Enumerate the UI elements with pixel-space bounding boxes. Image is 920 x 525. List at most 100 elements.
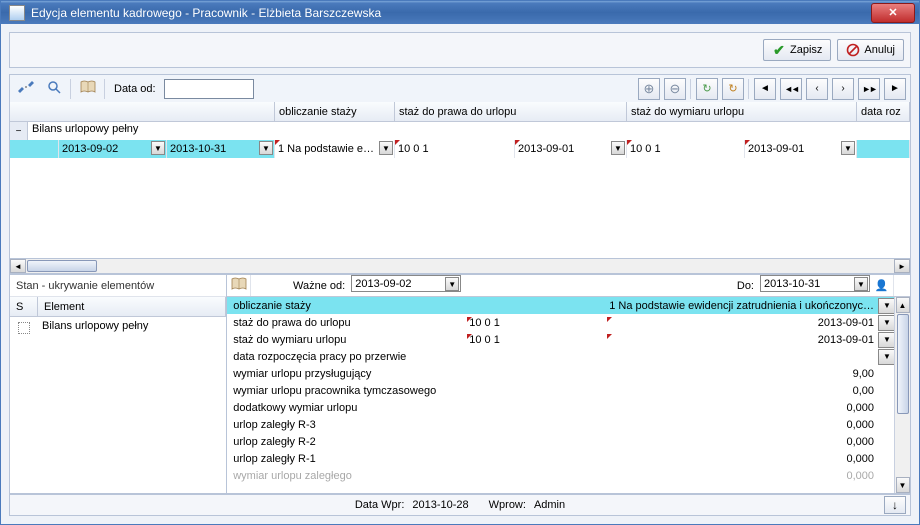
- data-row[interactable]: 2013-09-02 ▼ 2013-10-31 ▼ 1 Na podstawie…: [9, 140, 911, 158]
- wprow-label: Wprow:: [489, 499, 526, 511]
- cell-prawa2[interactable]: 2013-09-01 ▼: [515, 140, 627, 158]
- dropdown-icon[interactable]: ▼: [841, 141, 855, 155]
- property-value-1[interactable]: 10 0 1: [467, 317, 607, 329]
- scroll-up-icon[interactable]: ▲: [896, 297, 910, 313]
- property-row[interactable]: dodatkowy wymiar urlopu0,000▼: [227, 399, 910, 416]
- book-button[interactable]: [76, 78, 100, 100]
- dropdown-icon[interactable]: ▼: [611, 141, 625, 155]
- date-from-input[interactable]: [164, 79, 254, 99]
- property-row[interactable]: obliczanie staży1 Na podstawie ewidencji…: [227, 297, 910, 314]
- grid-header: obliczanie staży staż do prawa do urlopu…: [9, 102, 911, 122]
- data-wpr-value: 2013-10-28: [412, 499, 468, 511]
- col-prawa[interactable]: staż do prawa do urlopu: [395, 102, 627, 122]
- dropdown-icon[interactable]: ▼: [259, 141, 273, 155]
- property-value-2[interactable]: 0,000: [607, 453, 876, 465]
- person-button[interactable]: 👤: [870, 275, 894, 296]
- magnifier-icon: [47, 80, 61, 97]
- property-value-2[interactable]: 0,000: [607, 402, 876, 414]
- checkbox-icon[interactable]: [10, 317, 38, 339]
- separator: [104, 79, 106, 99]
- col-oblicz[interactable]: obliczanie staży: [275, 102, 395, 122]
- minus-icon: ⊖: [670, 81, 681, 97]
- refresh2-button[interactable]: ↻: [722, 78, 744, 100]
- search-button[interactable]: [42, 78, 66, 100]
- save-button[interactable]: ✔ Zapisz: [763, 39, 831, 61]
- property-value-1[interactable]: 10 0 1: [467, 334, 607, 346]
- close-button[interactable]: ✕: [871, 3, 915, 23]
- nav-fast-back[interactable]: ◄◄: [780, 78, 802, 100]
- property-value-2[interactable]: 2013-09-01: [607, 317, 876, 329]
- scroll-down-icon[interactable]: ▼: [896, 477, 910, 493]
- tools-button[interactable]: [14, 78, 38, 100]
- nav-first[interactable]: ◄: [754, 78, 776, 100]
- nav-fast-fwd[interactable]: ►►: [858, 78, 880, 100]
- arrow-down-icon: ↓: [892, 498, 898, 512]
- col-wymiar[interactable]: staż do wymiaru urlopu: [627, 102, 857, 122]
- group-label: Bilans urlopowy pełny: [28, 122, 910, 140]
- property-row[interactable]: data rozpoczęcia pracy po przerwie▼: [227, 348, 910, 365]
- collapse-icon[interactable]: −: [10, 122, 28, 140]
- scroll-left-icon[interactable]: ◄: [10, 259, 26, 273]
- property-value-2[interactable]: 9,00: [607, 368, 876, 380]
- col-s[interactable]: S: [10, 297, 38, 317]
- property-row[interactable]: staż do wymiaru urlopu10 0 12013-09-01▼: [227, 331, 910, 348]
- cancel-icon: [846, 43, 860, 57]
- property-value-2[interactable]: 2013-09-01: [607, 334, 876, 346]
- property-row[interactable]: urlop zaległy R-30,000▼: [227, 416, 910, 433]
- cancel-label: Anuluj: [864, 44, 895, 56]
- detail-list: obliczanie staży1 Na podstawie ewidencji…: [227, 297, 910, 493]
- dropdown-icon[interactable]: ▼: [379, 141, 393, 155]
- right-pane-header: Ważne od: 2013-09-02 ▼ Do: 2013-10-31 ▼ …: [227, 275, 910, 297]
- property-key: wymiar urlopu pracownika tymczasowego: [227, 385, 467, 397]
- grid-hscroll[interactable]: ◄ ►: [9, 258, 911, 274]
- cell-wymiar1[interactable]: 10 0 1: [627, 140, 745, 158]
- property-row[interactable]: staż do prawa do urlopu10 0 12013-09-01▼: [227, 314, 910, 331]
- cell-wymiar2[interactable]: 2013-09-01 ▼: [745, 140, 857, 158]
- property-value-2[interactable]: 0,000: [607, 419, 876, 431]
- cell-date-start[interactable]: 2013-09-02 ▼: [59, 140, 167, 158]
- property-value-2[interactable]: 1 Na podstawie ewidencji zatrudnienia i …: [607, 300, 876, 312]
- vscroll[interactable]: ▲ ▼: [894, 297, 910, 493]
- property-value-2[interactable]: 0,00: [607, 385, 876, 397]
- left-columns: S Element: [10, 297, 226, 317]
- property-row[interactable]: wymiar urlopu pracownika tymczasowego 0,0…: [227, 382, 910, 399]
- scroll-thumb[interactable]: [27, 260, 97, 272]
- down-button[interactable]: ↓: [884, 496, 906, 514]
- add-button[interactable]: ⊕: [638, 78, 660, 100]
- save-label: Zapisz: [790, 44, 822, 56]
- row-marker: [10, 140, 59, 158]
- nav-last[interactable]: ►: [884, 78, 906, 100]
- cancel-button[interactable]: Anuluj: [837, 39, 904, 61]
- dropdown-icon[interactable]: ▼: [151, 141, 165, 155]
- book-button-2[interactable]: [227, 275, 251, 296]
- cell-oblicz[interactable]: 1 Na podstawie e… ▼: [275, 140, 395, 158]
- list-item[interactable]: Bilans urlopowy pełny: [10, 317, 226, 339]
- col-dataroz[interactable]: data roz: [857, 102, 910, 122]
- scroll-thumb[interactable]: [897, 314, 909, 414]
- dropdown-icon[interactable]: ▼: [445, 277, 459, 291]
- col-element[interactable]: Element: [38, 297, 226, 317]
- do-value[interactable]: 2013-10-31 ▼: [760, 275, 870, 292]
- toolbar: Data od: ⊕ ⊖ ↻ ↻ ◄ ◄◄ ‹ › ►► ►: [9, 74, 911, 102]
- bottom-panel: Stan - ukrywanie elementów S Element Bil…: [9, 274, 911, 494]
- property-value-2[interactable]: 0,000: [607, 436, 876, 448]
- col-blank[interactable]: [10, 102, 275, 122]
- property-value-2[interactable]: 0,000: [607, 470, 876, 482]
- property-row[interactable]: urlop zaległy R-20,000▼: [227, 433, 910, 450]
- refresh-button[interactable]: ↻: [696, 78, 718, 100]
- cell-date-end[interactable]: 2013-10-31 ▼: [167, 140, 275, 158]
- group-row[interactable]: − Bilans urlopowy pełny: [9, 122, 911, 140]
- wazne-od-value[interactable]: 2013-09-02 ▼: [351, 275, 461, 292]
- cell-prawa1[interactable]: 10 0 1: [395, 140, 515, 158]
- dropdown-icon[interactable]: ▼: [854, 277, 868, 291]
- property-row[interactable]: wymiar urlopu zaległego0,000▼: [227, 467, 910, 484]
- remove-button[interactable]: ⊖: [664, 78, 686, 100]
- wazne-od-label: Ważne od:: [251, 275, 351, 296]
- nav-next[interactable]: ›: [832, 78, 854, 100]
- cell-rest[interactable]: [857, 140, 910, 158]
- scroll-right-icon[interactable]: ►: [894, 259, 910, 273]
- property-row[interactable]: wymiar urlopu przysługujący9,00▼: [227, 365, 910, 382]
- titlebar[interactable]: Edycja elementu kadrowego - Pracownik - …: [1, 1, 919, 24]
- property-row[interactable]: urlop zaległy R-10,000▼: [227, 450, 910, 467]
- nav-prev[interactable]: ‹: [806, 78, 828, 100]
